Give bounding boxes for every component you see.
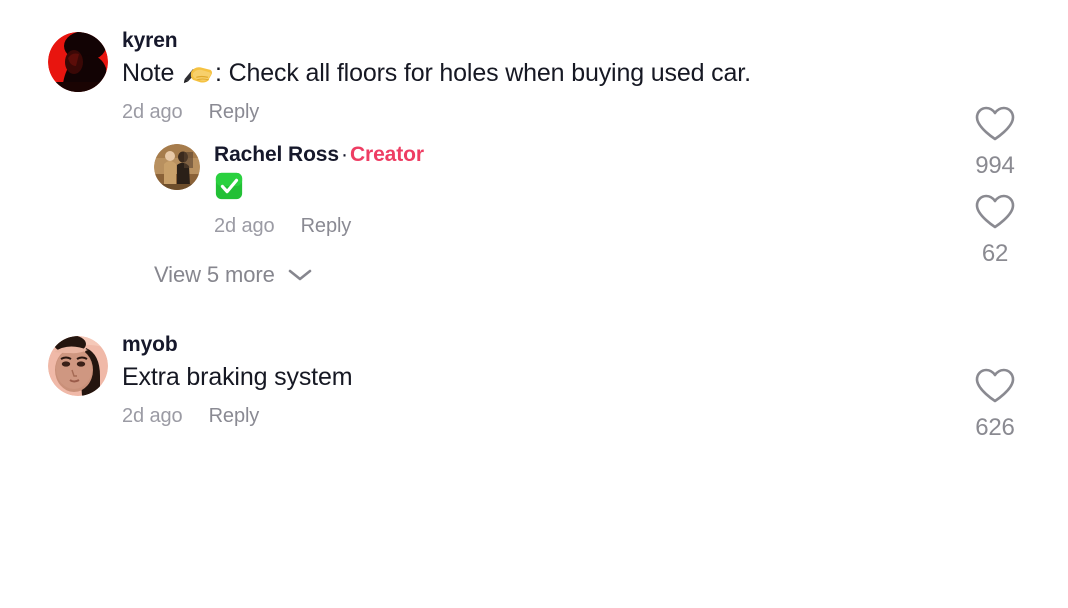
like-count: 62	[981, 240, 1009, 268]
reply-meta: 2d ago Reply	[214, 216, 900, 236]
avatar-rachel-ross[interactable]	[154, 144, 200, 191]
reply-button[interactable]: Reply	[301, 216, 352, 236]
comment-timestamp: 2d ago	[122, 101, 183, 124]
comment-meta: 2d ago Reply	[122, 406, 898, 426]
avatar-myob[interactable]	[48, 336, 108, 397]
comment-author-row: kyren	[122, 28, 898, 54]
avatar-kyren[interactable]	[48, 32, 108, 92]
heart-icon[interactable]	[973, 192, 1017, 232]
name-separator: ·	[340, 143, 348, 167]
reply-button[interactable]: Reply	[209, 406, 260, 426]
reply-body: Rachel Ross·Creator 2d ago Reply	[200, 142, 900, 236]
creator-badge: Creator	[349, 143, 424, 167]
comment-item[interactable]: kyren Note : Check all floors for holes …	[0, 28, 1068, 178]
reply-text	[214, 171, 900, 205]
reply-author-row: Rachel Ross·Creator	[214, 142, 900, 168]
comment-body: myob Extra braking system 2d ago Reply	[108, 332, 898, 426]
view-more-label: View 5 more	[154, 262, 275, 288]
writing-hand-emoji	[183, 59, 213, 84]
comment-timestamp: 2d ago	[122, 405, 183, 428]
comment-item[interactable]: myob Extra braking system 2d ago Reply 6…	[0, 332, 1068, 440]
comment-thread: kyren Note : Check all floors for holes …	[0, 0, 1068, 608]
view-more-replies-button[interactable]: View 5 more	[0, 262, 1068, 288]
like-group[interactable]: 626	[950, 366, 1040, 440]
chevron-down-icon[interactable]	[287, 267, 313, 283]
username[interactable]: kyren	[122, 29, 178, 52]
heart-icon[interactable]	[973, 104, 1017, 144]
comment-author-row: myob	[122, 332, 898, 358]
white-check-mark-emoji	[214, 171, 244, 201]
comment-meta: 2d ago Reply	[122, 102, 898, 122]
like-count: 626	[975, 414, 1015, 442]
comment-text: Note : Check all floors for holes when b…	[122, 56, 898, 90]
comment-text-tail: : Check all floors for holes when buying…	[215, 59, 751, 88]
reply-timestamp: 2d ago	[214, 215, 275, 238]
heart-icon[interactable]	[973, 366, 1017, 406]
username[interactable]: Rachel Ross	[214, 143, 339, 166]
username[interactable]: myob	[122, 333, 178, 356]
reply-item[interactable]: Rachel Ross·Creator 2d ago Reply 62	[0, 142, 1068, 266]
comment-text: Extra braking system	[122, 363, 353, 392]
comment-text-lead: Note	[122, 59, 182, 88]
comment-body: kyren Note : Check all floors for holes …	[108, 28, 898, 122]
like-group[interactable]: 62	[950, 192, 1040, 266]
reply-button[interactable]: Reply	[209, 102, 260, 122]
